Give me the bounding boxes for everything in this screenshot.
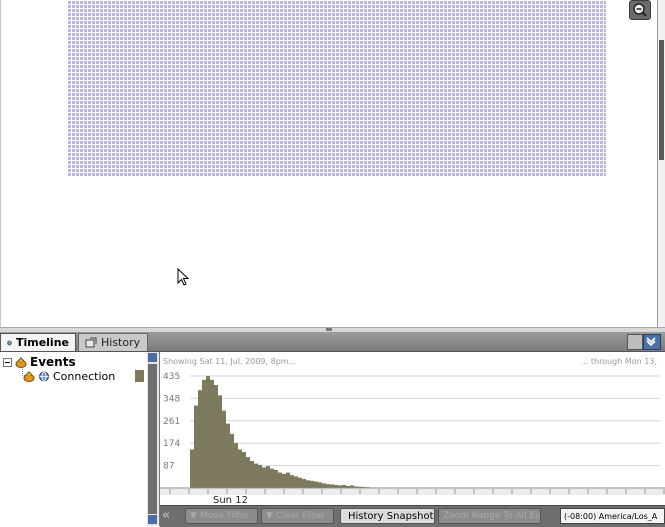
tree-node-events[interactable]: Events: [3, 355, 76, 369]
history-snapshot-button[interactable]: History Snapshot: [340, 508, 435, 524]
panel-menu-button[interactable]: [627, 334, 643, 350]
histogram-bar: [250, 461, 254, 488]
histogram-bar: [270, 469, 274, 488]
history-icon: [85, 337, 97, 349]
connection-color-swatch[interactable]: [135, 370, 144, 382]
histogram-bar: [258, 465, 262, 488]
timezone-select[interactable]: (-08:00) America/Los_A: [560, 508, 665, 524]
histogram-bar: [222, 411, 226, 488]
histogram-bar: [242, 452, 246, 488]
histogram-bar: [314, 482, 318, 488]
zoom-range-label: Zoom Range To All Events: [443, 511, 541, 521]
move-filter-label: Move Filter: [200, 511, 249, 521]
scrollbar-thumb[interactable]: [659, 40, 664, 160]
tab-timeline[interactable]: Timeline: [0, 333, 76, 351]
zoom-range-all-events-button[interactable]: Zoom Range To All Events: [438, 508, 541, 524]
y-tick-label: 435: [163, 372, 180, 382]
move-filter-button[interactable]: ▼ Move Filter: [185, 508, 258, 524]
histogram-bar: [190, 449, 194, 488]
histogram-bar: [290, 475, 294, 488]
scroll-down-arrow-icon[interactable]: [148, 515, 157, 524]
histogram-bar: [326, 484, 330, 488]
histogram-bar: [198, 390, 202, 488]
histogram-bar: [218, 395, 222, 488]
mouse-pointer-icon: [177, 268, 191, 288]
histogram-bar: [194, 406, 198, 488]
histogram-svg: 87 174 261 348 435 Sun 12: [160, 352, 665, 505]
tree-node-connection[interactable]: Connection: [23, 369, 115, 383]
tree-node-events-label: Events: [30, 355, 76, 369]
histogram-bar: [274, 470, 278, 488]
histogram-bar: [246, 457, 250, 488]
bottom-panel-tab-bar: Timeline History: [0, 332, 665, 352]
event-histogram-chart[interactable]: Showing Sat 11, Jul, 2009, 8pm... ... th…: [160, 352, 665, 505]
histogram-bar: [238, 449, 242, 488]
chevron-down-icon: [644, 335, 658, 347]
timezone-value: (-08:00) America/Los_A: [564, 512, 657, 521]
histogram-bar: [266, 466, 270, 488]
collapse-toggle-icon[interactable]: [3, 358, 12, 367]
tab-timeline-label: Timeline: [16, 336, 69, 349]
zoom-out-button[interactable]: [629, 0, 651, 20]
histogram-bar: [302, 479, 306, 488]
histogram-bar: [202, 380, 206, 488]
y-tick-label: 261: [163, 417, 180, 427]
clock-icon: [7, 337, 12, 349]
histogram-bar: [286, 473, 290, 488]
histogram-bar: [230, 434, 234, 488]
y-tick-label: 87: [163, 462, 174, 472]
filter-icon: ▼: [266, 511, 273, 521]
histogram-bar: [210, 380, 214, 488]
histogram-bar: [306, 480, 310, 488]
scrollbar-thumb[interactable]: [148, 364, 157, 514]
histogram-bar: [254, 464, 258, 488]
histogram-bar: [330, 484, 334, 488]
clear-filter-label: Clear Filter: [276, 511, 325, 521]
node-grid-visualization[interactable]: [68, 0, 606, 177]
y-tick-label: 174: [163, 439, 180, 449]
clear-filter-button[interactable]: ▼ Clear Filter: [261, 508, 334, 524]
event-type-tree: Events Connection: [0, 352, 148, 526]
chart-vertical-scrollbar[interactable]: [147, 352, 160, 526]
graph-canvas[interactable]: [0, 0, 658, 327]
histogram-bar: [322, 483, 326, 488]
histogram-bar: [262, 467, 266, 488]
histogram-bar: [318, 482, 322, 488]
panel-minimize-button[interactable]: [643, 334, 661, 350]
tab-history-label: History: [101, 336, 140, 349]
zoom-out-icon: [632, 2, 648, 18]
tab-history[interactable]: History: [78, 333, 148, 351]
canvas-vertical-scrollbar[interactable]: [657, 0, 665, 327]
histogram-bar: [278, 473, 282, 488]
histogram-bar: [226, 424, 230, 488]
connection-globe-icon: [38, 371, 50, 382]
y-tick-label: 348: [163, 394, 180, 404]
histogram-bar: [234, 443, 238, 488]
histogram-bar: [310, 481, 314, 488]
histogram-bar: [294, 476, 298, 488]
event-type-icon: [23, 371, 35, 382]
histogram-bar: [214, 385, 218, 488]
double-chevron-left-icon[interactable]: «: [162, 509, 180, 523]
histogram-bar: [282, 474, 286, 488]
histogram-bar: [206, 376, 210, 488]
timeline-toolbar: « ▼ Move Filter ▼ Clear Filter History S…: [160, 505, 665, 527]
filter-icon: ▼: [190, 511, 197, 521]
divider-grip-icon[interactable]: [326, 328, 332, 331]
histogram-bar: [298, 478, 302, 488]
history-snapshot-label: History Snapshot: [348, 511, 434, 522]
tree-node-connection-label: Connection: [53, 370, 115, 383]
scroll-up-arrow-icon[interactable]: [148, 353, 157, 362]
x-date-label: Sun 12: [213, 495, 248, 505]
